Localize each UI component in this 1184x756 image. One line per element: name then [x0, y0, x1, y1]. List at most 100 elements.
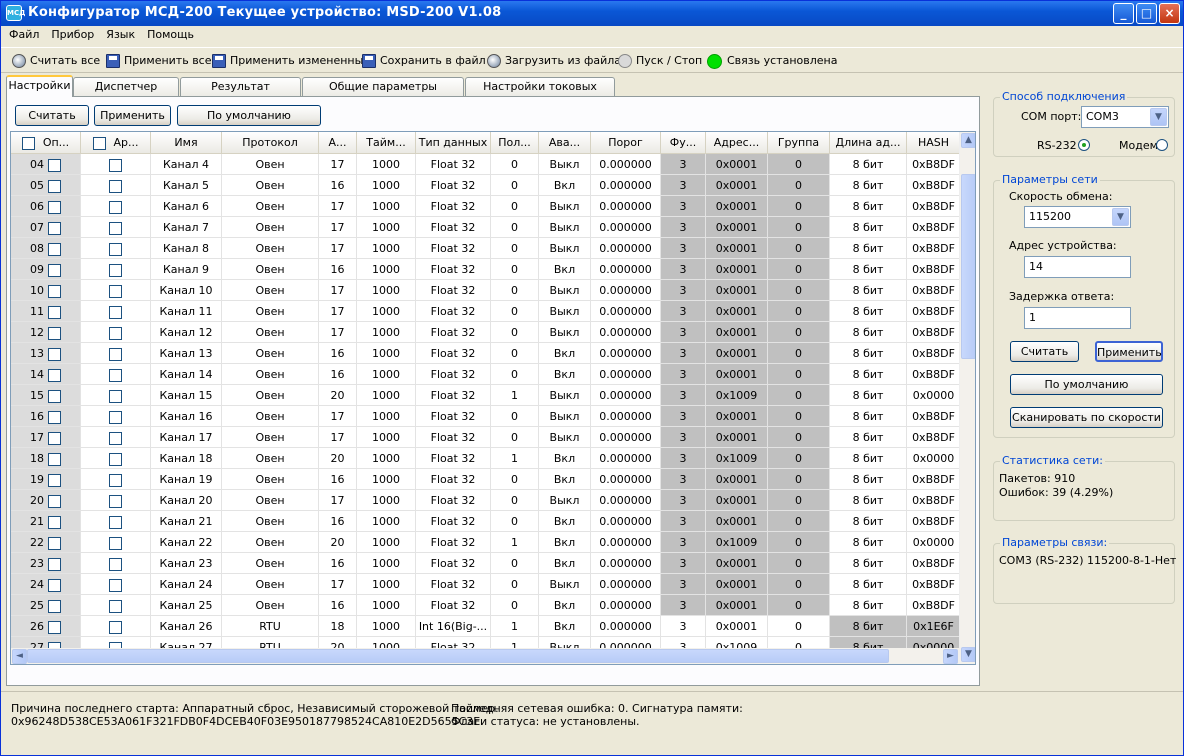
table-cell[interactable]: RTU [222, 616, 319, 637]
table-cell[interactable]: 3 [661, 616, 706, 637]
table-cell[interactable]: Выкл [539, 490, 591, 511]
table-cell[interactable]: Вкл [539, 616, 591, 637]
table-cell[interactable]: Овен [222, 343, 319, 364]
table-cell[interactable]: 1000 [357, 364, 416, 385]
table-cell[interactable]: 0.000000 [591, 364, 661, 385]
table-cell[interactable]: 0 [768, 448, 830, 469]
table-cell[interactable]: 3 [661, 364, 706, 385]
table-cell[interactable]: Овен [222, 385, 319, 406]
table-cell[interactable]: Float 32 [416, 364, 491, 385]
table-cell[interactable]: 8 бит [830, 574, 907, 595]
row-archive-cell[interactable] [81, 238, 151, 259]
table-row[interactable]: 04 Канал 4 Овен 17 1000 Float 32 0 Выкл 0.000000… [11, 154, 961, 175]
table-cell[interactable]: 3 [661, 280, 706, 301]
start-stop-button[interactable]: Пуск / Стоп [618, 52, 702, 70]
column-header[interactable]: Тайм... [357, 132, 416, 154]
table-row[interactable]: 06 Канал 6 Овен 17 1000 Float 32 0 Выкл 0.000000… [11, 196, 961, 217]
row-archive-cell[interactable] [81, 196, 151, 217]
table-cell[interactable]: Float 32 [416, 259, 491, 280]
table-cell[interactable]: 8 бит [830, 364, 907, 385]
close-button[interactable]: × [1159, 3, 1180, 24]
table-cell[interactable]: 8 бит [830, 511, 907, 532]
row-enable-checkbox[interactable] [48, 410, 61, 424]
row-index-cell[interactable]: 17 [11, 427, 81, 448]
table-cell[interactable]: 1000 [357, 385, 416, 406]
table-cell[interactable]: 0xB8DF [907, 469, 961, 490]
table-cell[interactable]: Канал 8 [151, 238, 222, 259]
table-cell[interactable]: Канал 12 [151, 322, 222, 343]
table-cell[interactable]: 0 [491, 280, 539, 301]
table-row[interactable]: 20 Канал 20 Овен 17 1000 Float 32 0 Выкл 0.00000… [11, 490, 961, 511]
menu-file[interactable]: Файл [1, 26, 43, 41]
table-cell[interactable]: 0.000000 [591, 511, 661, 532]
table-cell[interactable]: 0 [768, 280, 830, 301]
table-cell[interactable]: Float 32 [416, 574, 491, 595]
table-cell[interactable]: Канал 4 [151, 154, 222, 175]
row-archive-checkbox[interactable] [109, 578, 122, 592]
table-cell[interactable]: 0x0001 [706, 553, 768, 574]
table-row[interactable]: 19 Канал 19 Овен 16 1000 Float 32 0 Вкл 0.000000… [11, 469, 961, 490]
table-cell[interactable]: 0 [768, 196, 830, 217]
table-cell[interactable]: 0xB8DF [907, 154, 961, 175]
table-cell[interactable]: 8 бит [830, 406, 907, 427]
column-header[interactable]: Имя [151, 132, 222, 154]
row-index-cell[interactable]: 22 [11, 532, 81, 553]
table-cell[interactable]: Овен [222, 574, 319, 595]
table-cell[interactable]: 0x0001 [706, 154, 768, 175]
row-archive-cell[interactable] [81, 175, 151, 196]
table-cell[interactable]: 1000 [357, 196, 416, 217]
table-cell[interactable]: 0x0001 [706, 175, 768, 196]
row-index-cell[interactable]: 18 [11, 448, 81, 469]
table-cell[interactable]: Канал 25 [151, 595, 222, 616]
table-cell[interactable]: 0xB8DF [907, 343, 961, 364]
table-cell[interactable]: Канал 26 [151, 616, 222, 637]
table-cell[interactable]: 0xB8DF [907, 217, 961, 238]
table-cell[interactable]: Овен [222, 196, 319, 217]
table-cell[interactable]: 8 бит [830, 595, 907, 616]
row-archive-checkbox[interactable] [109, 473, 122, 487]
table-cell[interactable]: 0 [491, 406, 539, 427]
table-row[interactable]: 05 Канал 5 Овен 16 1000 Float 32 0 Вкл 0.000000 3… [11, 175, 961, 196]
table-cell[interactable]: 1000 [357, 175, 416, 196]
table-cell[interactable]: 1000 [357, 595, 416, 616]
tab-file-manager[interactable]: Диспетчер файлов [73, 77, 179, 110]
table-cell[interactable]: 0 [491, 196, 539, 217]
table-cell[interactable]: 20 [319, 385, 357, 406]
table-cell[interactable]: Вкл [539, 175, 591, 196]
table-cell[interactable]: 1000 [357, 574, 416, 595]
network-default-button[interactable]: По умолчанию [1010, 374, 1163, 395]
table-cell[interactable]: Канал 22 [151, 532, 222, 553]
table-cell[interactable]: 0xB8DF [907, 301, 961, 322]
table-cell[interactable]: Канал 14 [151, 364, 222, 385]
table-cell[interactable]: Канал 17 [151, 427, 222, 448]
table-cell[interactable]: 0 [768, 301, 830, 322]
table-cell[interactable]: 0.000000 [591, 259, 661, 280]
column-header[interactable]: Протокол [222, 132, 319, 154]
table-cell[interactable]: 8 бит [830, 343, 907, 364]
vertical-scrollbar[interactable]: ▲ ▼ [959, 132, 975, 664]
table-cell[interactable]: 1000 [357, 322, 416, 343]
table-cell[interactable]: 16 [319, 364, 357, 385]
table-cell[interactable]: 0 [768, 385, 830, 406]
save-to-file-button[interactable]: Сохранить в файл [362, 52, 486, 70]
table-cell[interactable]: 0 [491, 511, 539, 532]
table-cell[interactable]: 8 бит [830, 196, 907, 217]
table-row[interactable]: 21 Канал 21 Овен 16 1000 Float 32 0 Вкл 0.000000… [11, 511, 961, 532]
table-cell[interactable]: 17 [319, 154, 357, 175]
table-cell[interactable]: 3 [661, 511, 706, 532]
table-cell[interactable]: 0.000000 [591, 154, 661, 175]
table-cell[interactable]: Float 32 [416, 427, 491, 448]
table-cell[interactable]: Вкл [539, 553, 591, 574]
table-cell[interactable]: 17 [319, 238, 357, 259]
table-cell[interactable]: 18 [319, 616, 357, 637]
row-archive-cell[interactable] [81, 385, 151, 406]
row-archive-cell[interactable] [81, 301, 151, 322]
scroll-left-icon[interactable]: ◄ [12, 649, 27, 664]
horizontal-scrollbar[interactable]: ◄ ► [11, 648, 961, 664]
table-cell[interactable]: Float 32 [416, 385, 491, 406]
table-cell[interactable]: 0x0001 [706, 406, 768, 427]
table-cell[interactable]: 16 [319, 511, 357, 532]
table-cell[interactable]: 0 [768, 259, 830, 280]
row-index-cell[interactable]: 20 [11, 490, 81, 511]
table-cell[interactable]: 0xB8DF [907, 364, 961, 385]
